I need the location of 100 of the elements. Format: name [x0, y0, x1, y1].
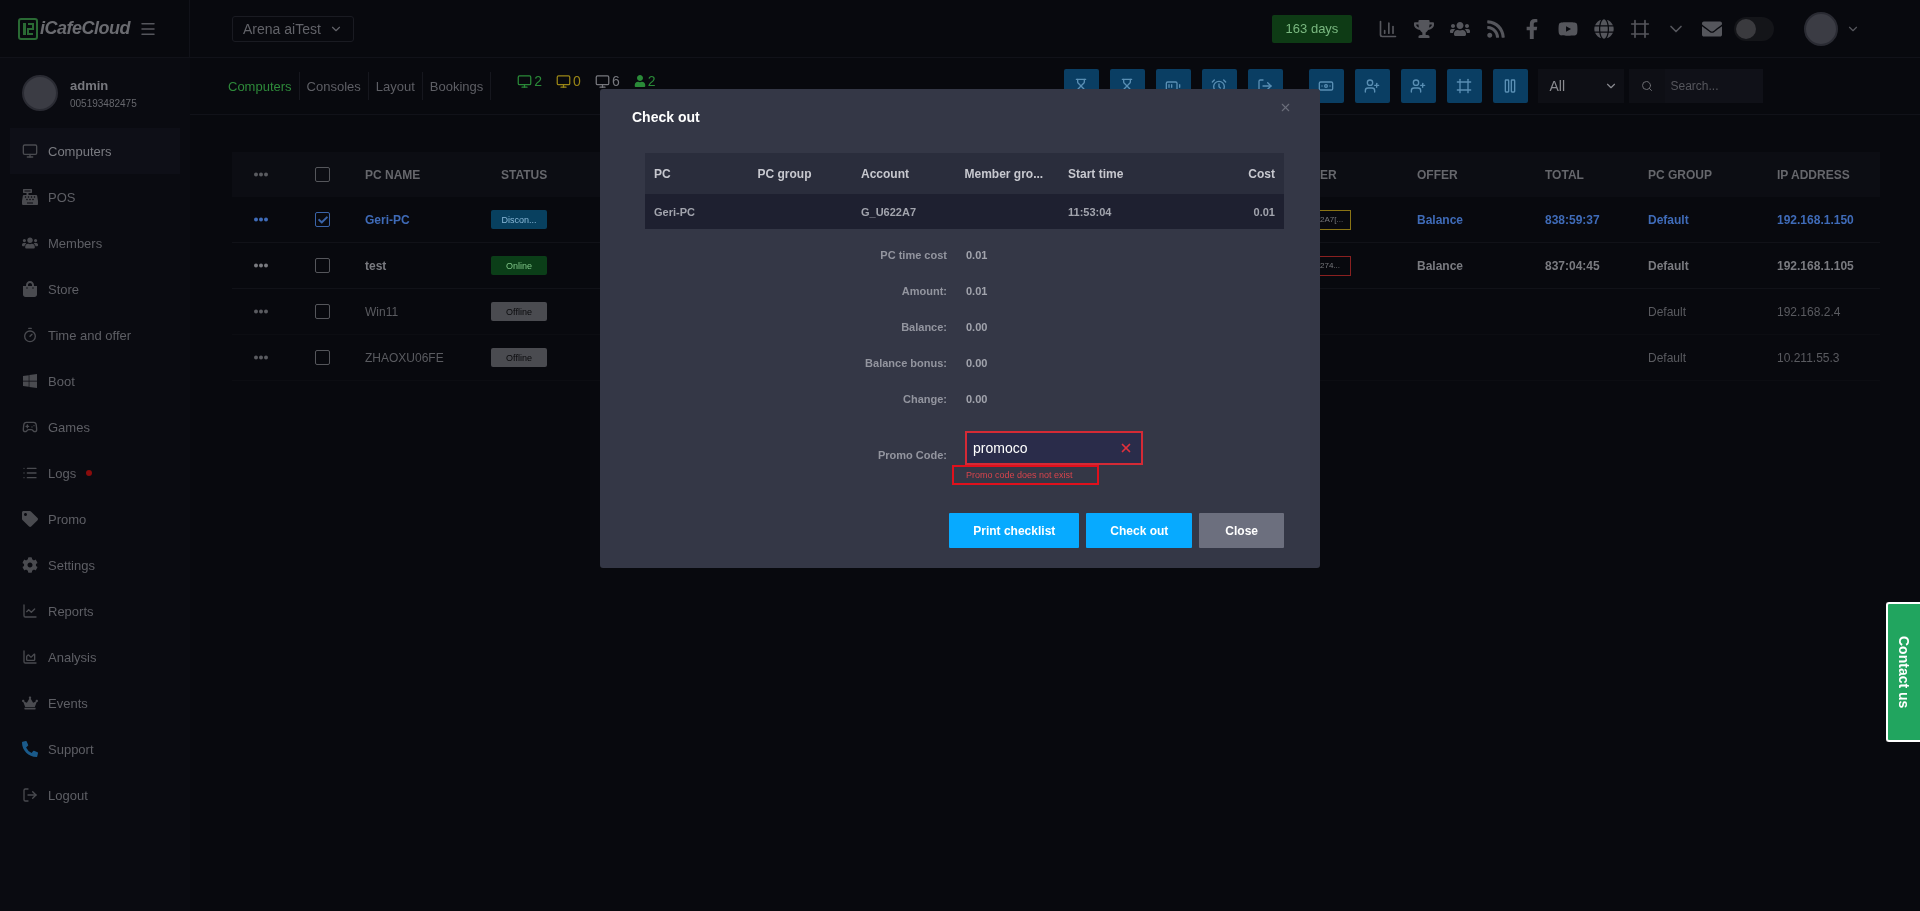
checkbox[interactable]	[315, 304, 330, 319]
tag-icon	[22, 511, 38, 527]
crown-icon	[22, 695, 38, 711]
clear-icon[interactable]	[1119, 441, 1133, 455]
more-icon[interactable]	[254, 172, 268, 177]
bag-icon	[22, 281, 38, 297]
sidebar-item[interactable]: Settings	[10, 542, 180, 588]
sidebar-item[interactable]: Games	[10, 404, 180, 450]
status-badge: Offline	[491, 302, 547, 321]
promo-code-field[interactable]: promoco	[965, 431, 1143, 465]
table-cell: 0.01	[1253, 205, 1275, 218]
globe-icon[interactable]	[1594, 18, 1614, 39]
cash-register-icon	[22, 189, 38, 205]
close-icon[interactable]	[1279, 101, 1292, 114]
pause-button[interactable]	[1492, 69, 1528, 103]
sidebar-item[interactable]: Analysis	[10, 634, 180, 680]
sidebar-item[interactable]: Store	[10, 266, 180, 312]
table-cell: Default	[1648, 304, 1687, 319]
add-user-button[interactable]	[1354, 69, 1390, 103]
list-icon	[22, 465, 38, 481]
action-button[interactable]: Check out	[1086, 513, 1193, 548]
sidebar-label: Logout	[48, 787, 88, 803]
add-user-icon	[1364, 78, 1380, 94]
tab[interactable]: Computers	[228, 72, 300, 100]
summary-value: 0.01	[966, 248, 988, 263]
counter-value: 2	[647, 73, 656, 89]
phone-icon	[22, 741, 38, 757]
rss-icon[interactable]	[1486, 18, 1506, 39]
sidebar-label: Logs	[48, 465, 77, 481]
table-cell: Default	[1648, 350, 1687, 365]
frame-button[interactable]	[1446, 69, 1482, 103]
contact-us-tab[interactable]: Contact us	[1886, 602, 1920, 742]
close-button[interactable]: Close	[1199, 513, 1284, 548]
sidebar-item[interactable]: Logs	[10, 450, 180, 496]
user-avatar	[22, 75, 58, 111]
users-icon	[22, 235, 38, 251]
table-cell: 10.211.55.3	[1777, 350, 1840, 365]
summary-label: Balance bonus:	[865, 356, 947, 371]
column-header: Cost	[1248, 166, 1275, 181]
sidebar-label: Reports	[48, 603, 94, 619]
summary-label: PC time cost	[880, 248, 947, 263]
search-field[interactable]: Search...	[1664, 69, 1763, 103]
summary-value: 0.01	[966, 284, 988, 299]
table-cell: Balance	[1417, 258, 1464, 273]
checkbox[interactable]	[315, 167, 330, 182]
column-header: TOTAL	[1545, 167, 1584, 182]
checkbox[interactable]	[315, 212, 330, 227]
checkbox[interactable]	[315, 258, 330, 273]
counter-value: 2	[534, 73, 543, 89]
sidebar-label: Events	[48, 695, 88, 711]
sidebar-label: Settings	[48, 557, 95, 573]
add-user-button[interactable]	[1400, 69, 1436, 103]
tab[interactable]: Consoles	[299, 72, 369, 100]
error-message: Promo code does not exist	[952, 465, 1099, 485]
sidebar-label: Time and offer	[48, 327, 132, 343]
sidebar-item[interactable]: Computers	[10, 128, 180, 174]
sidebar-item[interactable]: Reports	[10, 588, 180, 634]
more-icon[interactable]	[254, 217, 268, 222]
sidebar-item[interactable]: Support	[10, 726, 180, 772]
sidebar-item[interactable]: Events	[10, 680, 180, 726]
sidebar-item[interactable]: Boot	[10, 358, 180, 404]
column-header: PC group	[757, 166, 812, 181]
search-button[interactable]	[1628, 69, 1665, 103]
more-icon[interactable]	[254, 263, 268, 268]
store-selector[interactable]: Arena aiTest	[232, 15, 354, 42]
sidebar-item[interactable]: Members	[10, 220, 180, 266]
sidebar-label: Store	[48, 281, 80, 297]
sidebar-label: Games	[48, 419, 90, 435]
summary-value: 0.00	[966, 392, 988, 407]
column-header: PC NAME	[365, 167, 421, 182]
tab[interactable]: Layout	[368, 72, 423, 100]
theme-switch[interactable]	[1734, 16, 1774, 41]
table-cell: Geri-PC	[654, 205, 695, 218]
table-cell: 192.168.2.4	[1777, 304, 1841, 319]
license-days-badge: 163 days	[1272, 14, 1352, 43]
checkbox[interactable]	[315, 350, 330, 365]
bar-chart-icon[interactable]	[1378, 18, 1398, 39]
sidebar-item[interactable]: Promo	[10, 496, 180, 542]
column-header: Member gro...	[964, 166, 1044, 181]
tab[interactable]: Bookings	[422, 72, 492, 100]
column-header: PC	[654, 166, 671, 181]
timer-icon	[22, 327, 38, 343]
sidebar-item[interactable]: POS	[10, 174, 180, 220]
column-header: ER	[1320, 167, 1337, 182]
user-name: admin	[70, 77, 110, 93]
sidebar-item[interactable]: Logout	[10, 772, 180, 818]
filter-select[interactable]: All	[1537, 69, 1624, 103]
summary-label: Change:	[903, 392, 947, 407]
sidebar-label: Members	[48, 235, 103, 251]
column-header: Start time	[1068, 166, 1124, 181]
action-button[interactable]: Print checklist	[949, 513, 1080, 548]
trophy-icon[interactable]	[1414, 18, 1434, 39]
more-icon[interactable]	[254, 309, 268, 314]
table-cell: 838:59:37	[1545, 212, 1600, 227]
frame-icon[interactable]	[1630, 18, 1650, 39]
table-cell: 837:04:45	[1545, 258, 1600, 273]
more-icon[interactable]	[254, 355, 268, 360]
avatar[interactable]	[1804, 11, 1838, 46]
sidebar-item[interactable]: Time and offer	[10, 312, 180, 358]
windows-icon	[22, 373, 38, 389]
